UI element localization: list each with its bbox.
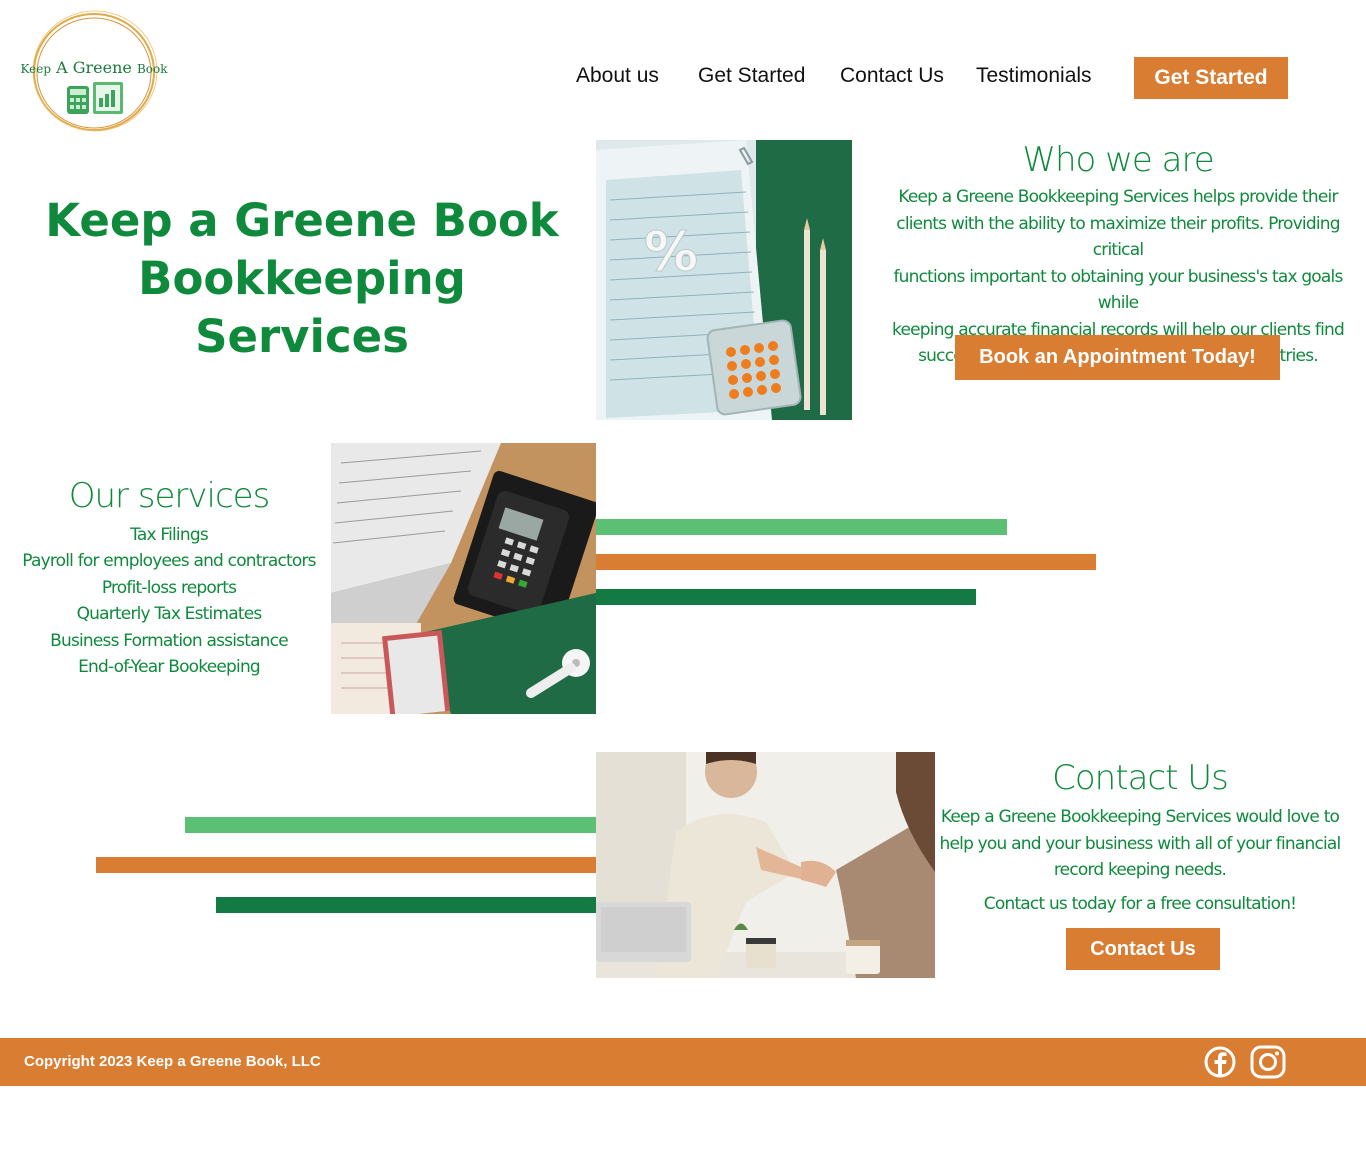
- who-line-1: Keep a Greene Bookkeeping Services helps…: [898, 187, 1338, 207]
- service-item: Payroll for employees and contractors: [22, 551, 316, 572]
- our-services-heading: Our services: [68, 476, 271, 516]
- nav-contact-us[interactable]: Contact Us: [840, 64, 944, 88]
- book-appointment-button[interactable]: Book an Appointment Today!: [955, 335, 1280, 380]
- hero-title: Keep a Greene Book Bookkeeping Services: [40, 192, 564, 366]
- service-item: Business Formation assistance: [50, 630, 289, 651]
- footer-copyright: Copyright 2023 Keep a Greene Book, LLC: [24, 1053, 321, 1070]
- decorative-bar-dark-green: [216, 897, 596, 913]
- contact-cta-line: Contact us today for a free consultation…: [983, 894, 1297, 914]
- logo-text-keep: Keep: [20, 62, 51, 76]
- contact-line-1: Keep a Greene Bookkeeping Services would…: [940, 807, 1340, 827]
- who-line-2: clients with the ability to maximize the…: [896, 213, 1340, 261]
- logo-text-a-greene: A Greene: [56, 58, 132, 77]
- service-item: End-of-Year Bookeeping: [78, 657, 261, 678]
- tax-form-image: %: [596, 140, 852, 420]
- handshake-image: [596, 752, 935, 978]
- hero-title-line2: Bookkeeping: [138, 252, 466, 305]
- decorative-bar-orange: [96, 857, 596, 873]
- svg-text:%: %: [644, 220, 698, 283]
- who-we-are-heading: Who we are: [1022, 140, 1214, 180]
- who-line-3: functions important to obtaining your bu…: [893, 266, 1343, 314]
- decorative-bar-light-green: [185, 817, 596, 833]
- contact-line-2: help you and your business with all of y…: [939, 833, 1342, 854]
- service-item: Quarterly Tax Estimates: [76, 604, 263, 625]
- facebook-icon[interactable]: [1204, 1046, 1236, 1078]
- hero-title-line3: Services: [195, 310, 409, 363]
- logo[interactable]: Keep A Greene Book: [20, 6, 168, 138]
- service-item: Tax Filings: [130, 525, 209, 545]
- contact-text: Keep a Greene Bookkeeping Services would…: [935, 804, 1345, 884]
- nav-testimonials[interactable]: Testimonials: [976, 64, 1092, 88]
- nav-get-started[interactable]: Get Started: [698, 64, 805, 88]
- header-get-started-button[interactable]: Get Started: [1134, 57, 1288, 99]
- decorative-bar-orange: [596, 554, 1096, 570]
- decorative-bar-dark-green: [596, 589, 976, 605]
- contact-us-button[interactable]: Contact Us: [1066, 928, 1220, 970]
- services-list: Tax Filings Payroll for employees and co…: [10, 522, 328, 680]
- nav-about-us[interactable]: About us: [576, 64, 659, 88]
- contact-us-heading: Contact Us: [1052, 758, 1229, 798]
- contact-line-3: record keeping needs.: [1053, 860, 1227, 880]
- logo-text-book: Book: [136, 62, 168, 76]
- logo-wordmark: Keep A Greene Book: [20, 58, 168, 77]
- instagram-icon[interactable]: [1250, 1045, 1286, 1079]
- service-item: Profit-loss reports: [101, 577, 237, 598]
- hero-title-line1: Keep a Greene Book: [45, 194, 559, 247]
- decorative-bar-light-green: [596, 519, 1007, 535]
- footer: Copyright 2023 Keep a Greene Book, LLC: [0, 1038, 1366, 1086]
- desk-card-reader-image: [331, 443, 596, 714]
